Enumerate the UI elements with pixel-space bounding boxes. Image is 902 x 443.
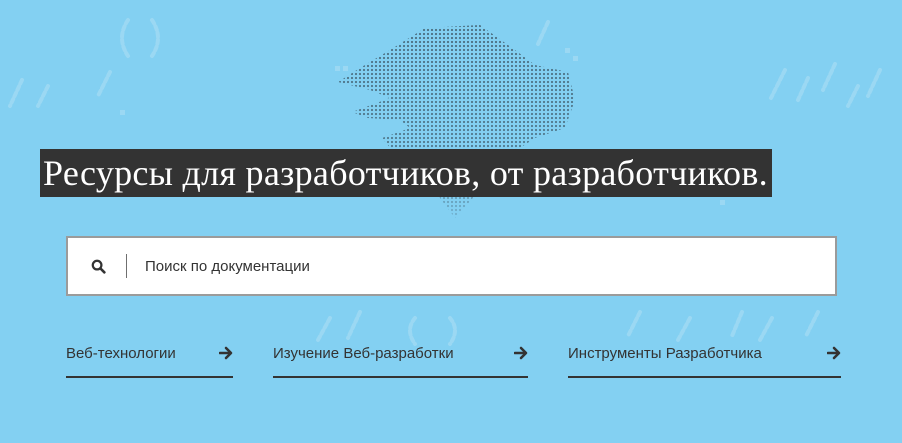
link-learn-web-development[interactable]: Изучение Веб-разработки [273,338,528,378]
arrow-right-icon [514,346,528,360]
link-developer-tools[interactable]: Инструменты Разработчика [568,338,841,378]
arrow-right-icon [827,346,841,360]
link-label: Веб-технологии [66,345,176,362]
search-icon[interactable] [68,259,126,274]
arrow-right-icon [219,346,233,360]
search-input[interactable] [143,245,835,287]
link-label: Изучение Веб-разработки [273,345,454,362]
search-box[interactable] [66,236,837,296]
search-divider [126,254,127,278]
page-title: Ресурсы для разработчиков, от разработчи… [40,149,772,197]
link-label: Инструменты Разработчика [568,345,762,362]
link-web-technologies[interactable]: Веб-технологии [66,338,233,378]
